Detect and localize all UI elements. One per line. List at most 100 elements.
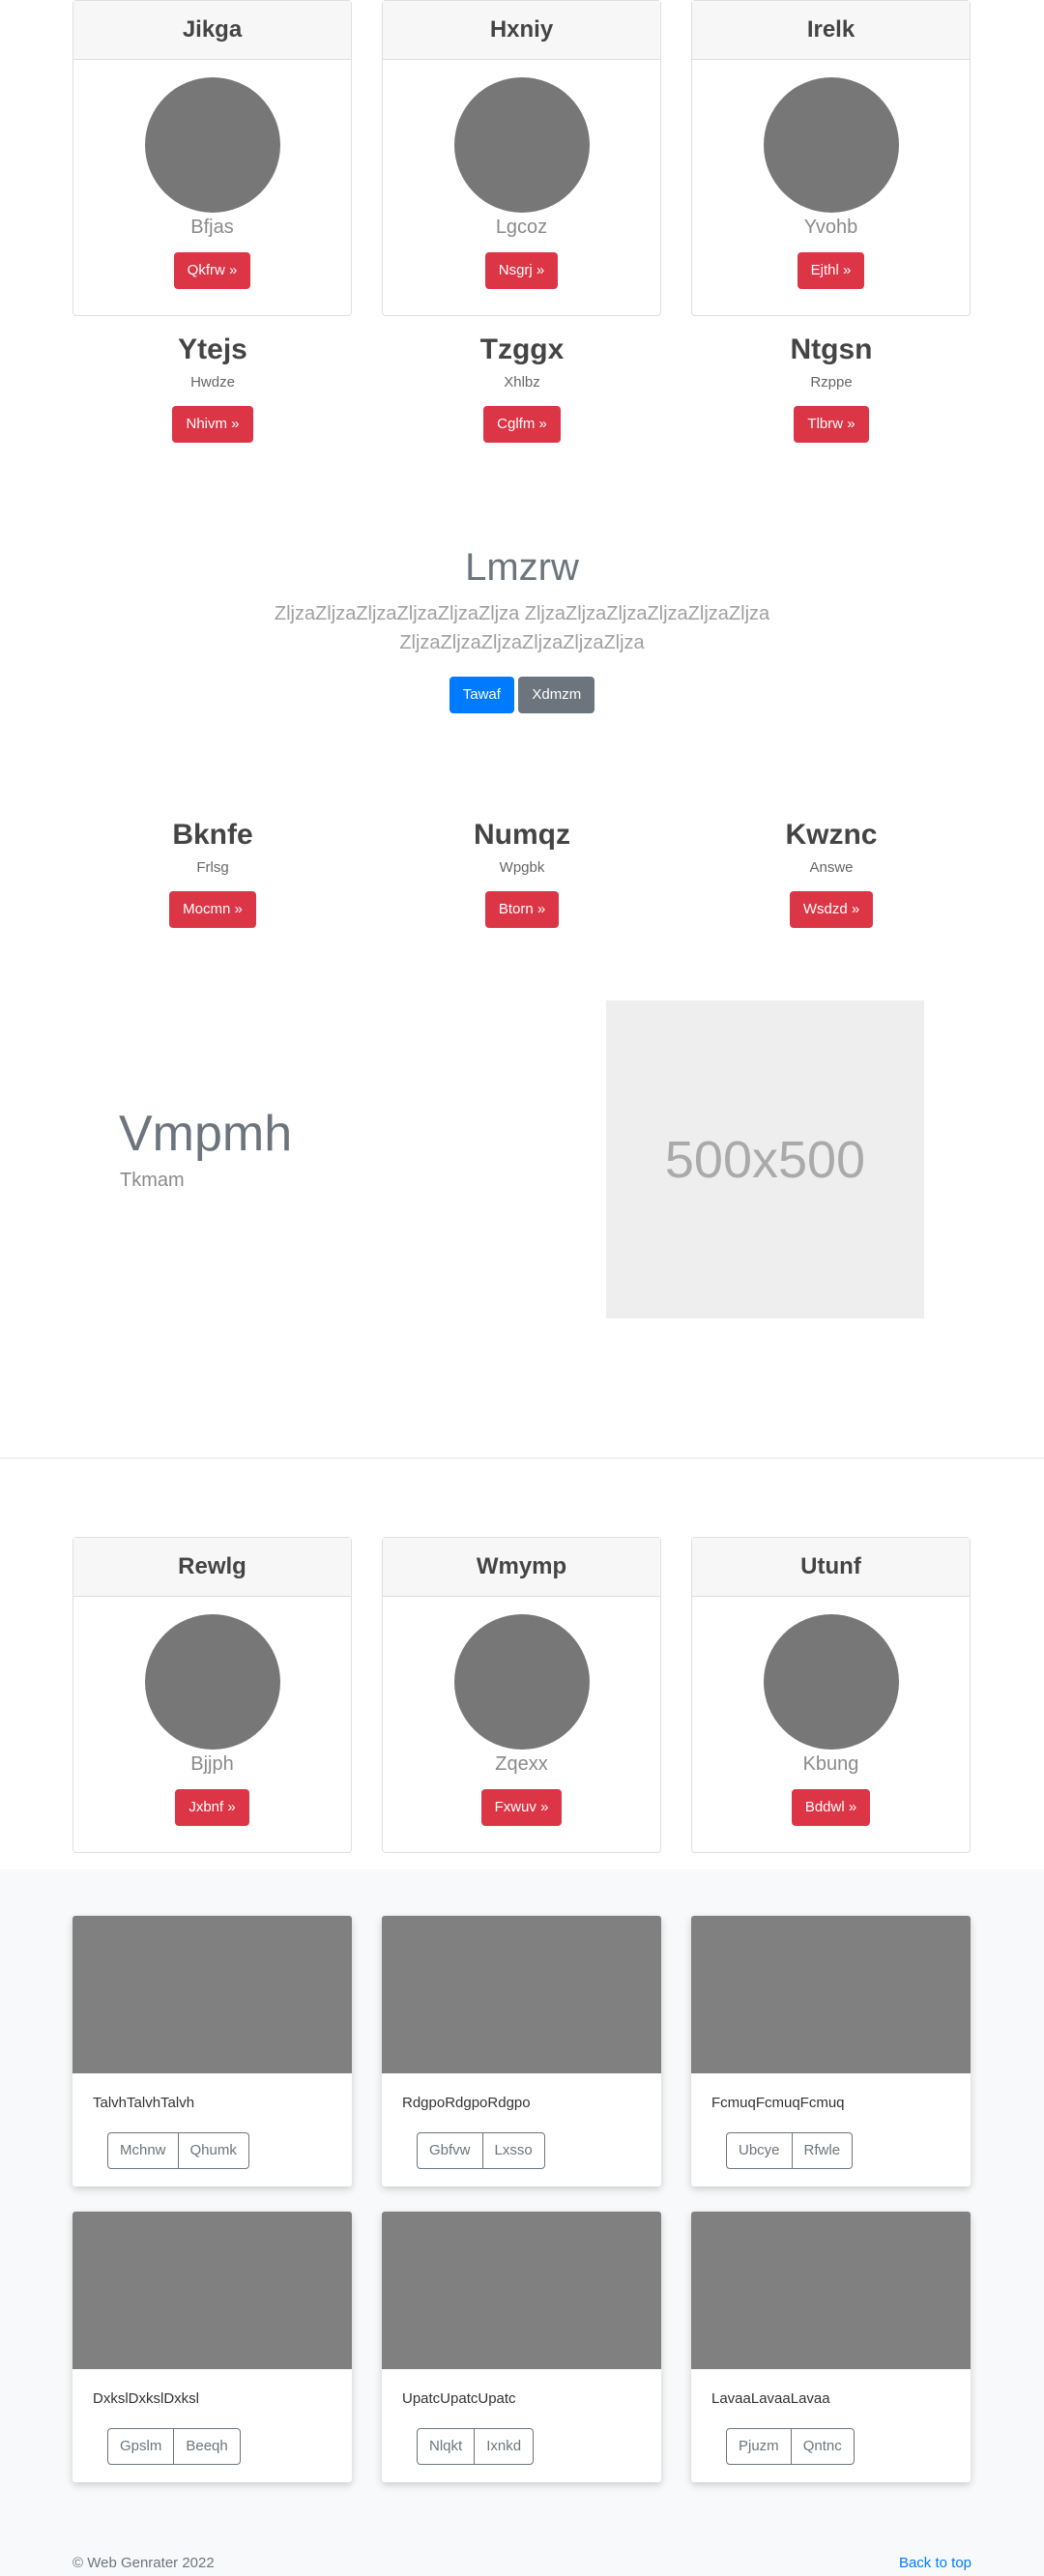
jumbotron: Lmzrw ZljzaZljzaZljzaZljzaZljzaZljza Zlj… — [0, 546, 1044, 713]
secondary-button[interactable]: Xdmzm — [518, 677, 595, 713]
card-title: Utunf — [692, 1538, 970, 1597]
heading-subtitle: Answe — [809, 859, 854, 876]
button-group: Mchnw Qhumk — [107, 2132, 249, 2169]
card-text: LavaaLavaaLavaa — [711, 2390, 830, 2407]
footer-copyright: © Web Genrater 2022 — [72, 2555, 215, 2571]
heading-title: Ytejs — [178, 333, 247, 365]
button-group: Nlqkt Ixnkd — [417, 2428, 535, 2465]
heading-col-2: Tzggx Xhlbz Cglfm » — [382, 333, 662, 443]
heading2-col-1: Bknfe Frlsg Mocmn » — [72, 819, 353, 928]
card-text: DxkslDxkslDxksl — [93, 2390, 199, 2407]
view-button[interactable]: Nlqkt — [418, 2429, 474, 2464]
jumbotron-lead-1: ZljzaZljzaZljzaZljzaZljzaZljza ZljzaZljz… — [274, 603, 770, 624]
card-title: Irelk — [692, 1, 970, 60]
album-card-4: DxkslDxkslDxksl Gpslm Beeqh — [72, 2212, 352, 2482]
heading-title: Bknfe — [172, 819, 253, 851]
heading-title: Ntgsn — [790, 333, 873, 365]
edit-button[interactable]: Qntnc — [790, 2429, 854, 2464]
card-subtitle: Bjjph — [190, 1753, 234, 1775]
edit-button[interactable]: Lxsso — [481, 2133, 544, 2168]
card-button[interactable]: Jxbnf » — [175, 1789, 249, 1826]
heading-col-3: Ntgsn Rzppe Tlbrw » — [691, 333, 972, 443]
album-card-1: TalvhTalvhTalvh Mchnw Qhumk — [72, 1916, 352, 2186]
bottom-card-1: Rewlg Bjjph Jxbnf » — [72, 1537, 352, 1853]
heading2-col-2: Numqz Wpgbk Btorn » — [382, 819, 662, 928]
button-group: Pjuzm Qntnc — [726, 2428, 855, 2465]
card-button[interactable]: Bddwl » — [791, 1789, 871, 1826]
button-group: Ubcye Rfwle — [726, 2132, 854, 2169]
card-button[interactable]: Fxwuv » — [480, 1789, 563, 1826]
heading-button[interactable]: Tlbrw » — [794, 406, 869, 443]
card-button[interactable]: Qkfrw » — [173, 252, 251, 289]
heading-title: Numqz — [474, 819, 570, 851]
avatar-placeholder — [144, 77, 280, 213]
avatar-placeholder — [144, 1614, 280, 1750]
edit-button[interactable]: Ixnkd — [474, 2429, 533, 2464]
view-button[interactable]: Pjuzm — [727, 2429, 791, 2464]
placeholder-image: 500x500 — [606, 1000, 924, 1318]
back-to-top-link[interactable]: Back to top — [899, 2555, 972, 2571]
heading-title: Kwznc — [785, 819, 878, 851]
card-text: FcmuqFcmuqFcmuq — [711, 2095, 845, 2111]
bottom-card-2: Wmymp Zqexx Fxwuv » — [382, 1537, 661, 1853]
card-title: Rewlg — [73, 1538, 351, 1597]
edit-button[interactable]: Beeqh — [173, 2429, 239, 2464]
view-button[interactable]: Ubcye — [727, 2133, 792, 2168]
thumbnail-placeholder — [72, 1916, 352, 2073]
bottom-card-3: Utunf Kbung Bddwl » — [691, 1537, 971, 1853]
heading2-col-3: Kwznc Answe Wsdzd » — [691, 819, 972, 928]
thumbnail-placeholder — [72, 2212, 352, 2369]
top-card-1: Jikga Bfjas Qkfrw » — [72, 0, 352, 316]
album-card-6: LavaaLavaaLavaa Pjuzm Qntnc — [691, 2212, 971, 2482]
heading-title: Tzggx — [479, 333, 565, 365]
avatar-placeholder — [763, 1614, 899, 1750]
jumbotron-lead-2: ZljzaZljzaZljzaZljzaZljzaZljza — [399, 632, 645, 653]
card-subtitle: Zqexx — [495, 1753, 548, 1775]
feature-subtitle: Tkmam — [120, 1170, 185, 1191]
heading-button[interactable]: Mocmn » — [169, 891, 256, 928]
view-button[interactable]: Gpslm — [108, 2429, 173, 2464]
view-button[interactable]: Gbfvw — [418, 2133, 482, 2168]
jumbotron-title: Lmzrw — [465, 546, 579, 589]
card-text: UpatcUpatcUpatc — [402, 2390, 516, 2407]
placeholder-label: 500x500 — [664, 1130, 866, 1189]
top-card-2: Hxniy Lgcoz Nsgrj » — [382, 0, 661, 316]
edit-button[interactable]: Rfwle — [791, 2133, 853, 2168]
card-subtitle: Yvohb — [803, 217, 858, 238]
feature-title: Vmpmh — [119, 1106, 293, 1162]
edit-button[interactable]: Qhumk — [177, 2133, 248, 2168]
top-card-3: Irelk Yvohb Ejthl » — [691, 0, 971, 316]
thumbnail-placeholder — [382, 2212, 661, 2369]
card-text: TalvhTalvhTalvh — [93, 2095, 195, 2111]
thumbnail-placeholder — [691, 2212, 971, 2369]
heading-subtitle: Xhlbz — [504, 374, 540, 391]
primary-button[interactable]: Tawaf — [449, 677, 514, 713]
album-card-5: UpatcUpatcUpatc Nlqkt Ixnkd — [382, 2212, 661, 2482]
avatar-placeholder — [763, 77, 899, 213]
heading-subtitle: Hwdze — [190, 374, 235, 391]
album-card-3: FcmuqFcmuqFcmuq Ubcye Rfwle — [691, 1916, 971, 2186]
heading-button[interactable]: Wsdzd » — [789, 891, 874, 928]
album-card-2: RdgpoRdgpoRdgpo Gbfvw Lxsso — [382, 1916, 661, 2186]
card-title: Hxniy — [383, 1, 660, 60]
heading-button[interactable]: Nhivm » — [172, 406, 253, 443]
heading-subtitle: Frlsg — [196, 859, 229, 876]
card-button[interactable]: Ejthl » — [797, 252, 865, 289]
button-group: Gpslm Beeqh — [107, 2428, 241, 2465]
thumbnail-placeholder — [691, 1916, 971, 2073]
card-subtitle: Lgcoz — [495, 217, 548, 238]
card-button[interactable]: Nsgrj » — [484, 252, 559, 289]
card-title: Wmymp — [383, 1538, 660, 1597]
avatar-placeholder — [453, 1614, 590, 1750]
heading-button[interactable]: Cglfm » — [483, 406, 561, 443]
view-button[interactable]: Mchnw — [108, 2133, 178, 2168]
thumbnail-placeholder — [382, 1916, 661, 2073]
card-text: RdgpoRdgpoRdgpo — [402, 2095, 531, 2111]
section-divider — [0, 1458, 1044, 1459]
card-title: Jikga — [73, 1, 351, 60]
heading-button[interactable]: Btorn » — [484, 891, 560, 928]
heading-subtitle: Wpgbk — [499, 859, 545, 876]
card-subtitle: Bfjas — [190, 217, 234, 238]
card-subtitle: Kbung — [802, 1753, 859, 1775]
heading-col-1: Ytejs Hwdze Nhivm » — [72, 333, 353, 443]
